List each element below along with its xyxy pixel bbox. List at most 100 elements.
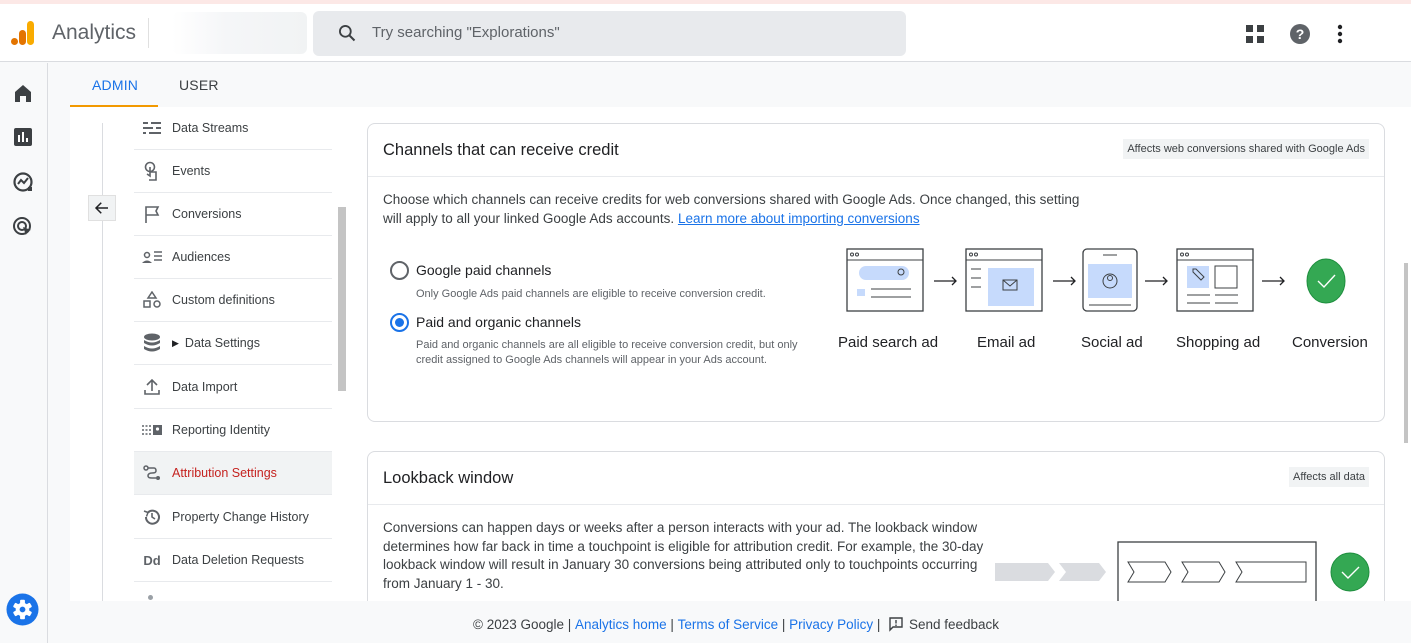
channels-description: Choose which channels can receive credit… <box>383 191 1083 228</box>
conversion-check-icon <box>1306 258 1346 304</box>
account-selector[interactable] <box>172 12 307 54</box>
radio-help: Only Google Ads paid channels are eligib… <box>416 288 766 300</box>
search-input[interactable]: Try searching "Explorations" <box>372 24 560 41</box>
admin-gear-icon[interactable] <box>6 593 39 626</box>
nav-item-label: Data Streams <box>172 121 249 135</box>
nav-item-label: Data Import <box>172 380 238 394</box>
flow-label-email: Email ad <box>977 334 1036 351</box>
flow-label-conversion: Conversion <box>1292 334 1368 351</box>
tab-admin[interactable]: ADMIN <box>92 77 138 93</box>
help-icon[interactable]: ? <box>1288 22 1312 46</box>
page-scrollbar[interactable] <box>1404 263 1408 443</box>
nav-item-label: Property Change History <box>172 510 309 524</box>
apps-grid-icon[interactable] <box>1243 22 1267 46</box>
nav-item-attribution-settings[interactable]: Attribution Settings <box>134 452 332 495</box>
flag-icon <box>142 204 162 224</box>
nav-more-dot <box>148 595 153 600</box>
left-rail <box>0 63 48 643</box>
shopping-ad-illustration <box>1176 248 1254 312</box>
search-bar[interactable]: Try searching "Explorations" <box>313 11 906 56</box>
separator: | <box>873 616 888 632</box>
nav-item-label: Attribution Settings <box>172 466 277 480</box>
nav-item-data-streams[interactable]: Data Streams <box>134 107 332 150</box>
nav-item-label: Reporting Identity <box>172 423 270 437</box>
back-button[interactable] <box>88 195 116 221</box>
nav-item-audiences[interactable]: Audiences <box>134 236 332 279</box>
history-icon <box>142 507 162 527</box>
explore-icon[interactable] <box>11 170 35 194</box>
nav-item-data-settings[interactable]: ▶ Data Settings <box>134 322 332 365</box>
learn-more-link[interactable]: Learn more about importing conversions <box>678 211 920 226</box>
svg-text:?: ? <box>1296 26 1305 42</box>
admin-user-tabs: ADMIN USER <box>48 63 1411 107</box>
app-title[interactable]: Analytics <box>52 21 136 45</box>
card-title: Channels that can receive credit <box>383 141 619 159</box>
nav-item-events[interactable]: Events <box>134 150 332 193</box>
search-icon <box>339 25 356 42</box>
audiences-icon <box>142 247 162 267</box>
privacy-policy-link[interactable]: Privacy Policy <box>789 617 873 632</box>
nav-item-reporting-identity[interactable]: Reporting Identity <box>134 409 332 452</box>
flow-label-paid-search: Paid search ad <box>838 334 939 351</box>
flow-label-shopping: Shopping ad <box>1176 334 1261 351</box>
scope-chip: Affects web conversions shared with Goog… <box>1123 139 1369 159</box>
copyright: © 2023 Google <box>473 616 565 632</box>
admin-nav-panel: Data Streams Events Conversions Audience… <box>70 107 352 601</box>
nav-item-property-change-history[interactable]: Property Change History <box>134 496 332 539</box>
nav-item-data-deletion-requests[interactable]: Dd Data Deletion Requests <box>134 539 332 582</box>
radio-google-paid-channels[interactable] <box>390 261 409 280</box>
analytics-home-link[interactable]: Analytics home <box>575 617 667 632</box>
nav-item-label: Data Deletion Requests <box>172 553 305 567</box>
touch-icon <box>142 161 162 181</box>
header-divider <box>148 18 149 48</box>
arrow-back-icon <box>94 202 108 214</box>
analytics-logo-icon[interactable] <box>10 20 36 46</box>
footer: © 2023 Google | Analytics home | Terms o… <box>48 601 1411 643</box>
paid-search-ad-illustration <box>846 248 924 312</box>
database-icon <box>142 333 162 353</box>
shapes-icon <box>142 290 162 310</box>
nav-item-label: Data Settings <box>184 336 260 350</box>
separator: | <box>564 616 576 632</box>
upload-icon <box>142 377 162 397</box>
lookback-description: Conversions can happen days or weeks aft… <box>383 520 984 591</box>
expand-arrow-icon[interactable]: ▶ <box>172 338 179 349</box>
terms-of-service-link[interactable]: Terms of Service <box>678 617 779 632</box>
tab-user[interactable]: USER <box>179 77 219 93</box>
nav-item-conversions[interactable]: Conversions <box>134 193 332 236</box>
separator: | <box>778 616 790 632</box>
channel-flow-illustration <box>846 248 1346 312</box>
identity-icon <box>142 420 162 440</box>
card-title: Lookback window <box>383 469 514 487</box>
email-ad-illustration <box>965 248 1043 312</box>
nav-scrollbar[interactable] <box>338 207 346 391</box>
radio-label[interactable]: Google paid channels <box>416 262 551 278</box>
card-header: Lookback window Affects all data <box>368 452 1384 505</box>
send-feedback-link[interactable]: Send feedback <box>909 617 999 632</box>
settings-content: Channels that can receive credit Affects… <box>352 107 1411 601</box>
nav-item-label: Custom definitions <box>172 293 275 307</box>
card-header: Channels that can receive credit Affects… <box>368 124 1384 177</box>
channels-card: Channels that can receive credit Affects… <box>367 123 1385 422</box>
separator: | <box>666 616 678 632</box>
lookback-card: Lookback window Affects all data Convers… <box>367 451 1385 601</box>
radio-paid-and-organic-channels[interactable] <box>390 313 409 332</box>
app-header: Analytics Try searching "Explorations" ? <box>0 4 1411 62</box>
social-ad-illustration <box>1082 248 1138 312</box>
radio-label[interactable]: Paid and organic channels <box>416 314 581 330</box>
reports-icon[interactable] <box>11 125 35 149</box>
scope-chip: Affects all data <box>1289 467 1369 487</box>
nav-item-custom-definitions[interactable]: Custom definitions <box>134 279 332 322</box>
feedback-icon[interactable] <box>888 616 904 632</box>
more-vert-icon[interactable] <box>1328 22 1352 46</box>
nav-item-label: Audiences <box>172 250 231 264</box>
radio-help: Paid and organic channels are all eligib… <box>416 339 798 366</box>
flow-label-social: Social ad <box>1081 334 1143 351</box>
advertising-icon[interactable] <box>11 215 35 239</box>
data-streams-icon <box>142 118 162 138</box>
lookback-window-illustration <box>995 541 1370 601</box>
nav-item-label: Conversions <box>172 207 242 221</box>
dd-icon: Dd <box>143 552 161 568</box>
nav-item-data-import[interactable]: Data Import <box>134 366 332 409</box>
home-icon[interactable] <box>11 81 35 105</box>
